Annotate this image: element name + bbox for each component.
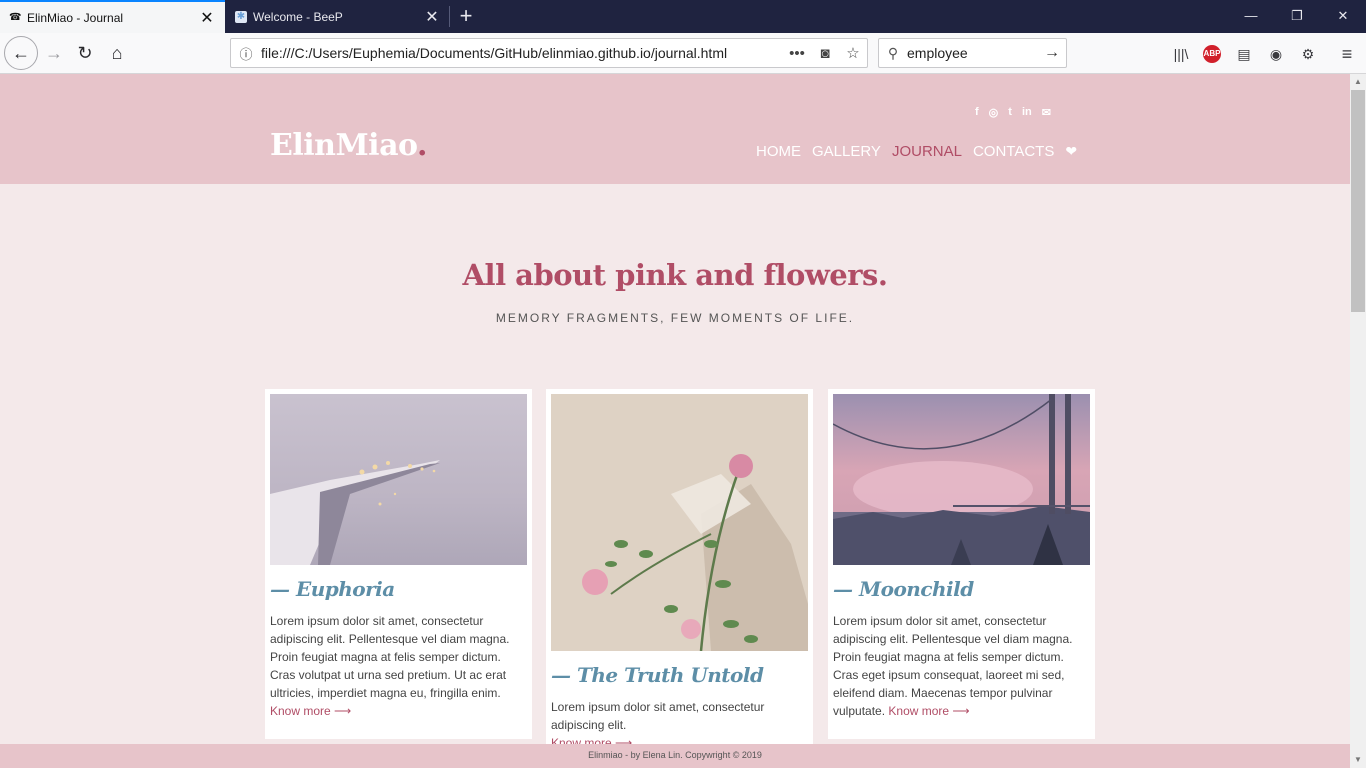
close-window-button[interactable]: ✕	[1320, 0, 1366, 33]
reader-sidebar-icon[interactable]: ▤	[1233, 43, 1255, 65]
nav-home[interactable]: HOME	[756, 143, 801, 160]
social-links: f ◎ t in ✉	[975, 106, 1051, 119]
search-input[interactable]: employee	[907, 45, 1038, 61]
nav-gallery[interactable]: GALLERY	[812, 143, 881, 160]
back-button[interactable]: ←	[4, 36, 38, 70]
site-header: ElinMiao. f ◎ t in ✉ HOME GALLERY JOURNA…	[0, 74, 1350, 184]
nav-journal[interactable]: JOURNAL	[892, 143, 962, 160]
scroll-up-icon[interactable]: ▲	[1350, 74, 1366, 90]
logo-text: ElinMiao	[270, 128, 418, 163]
nav-contacts[interactable]: CONTACTS	[973, 143, 1054, 160]
foggy-bridge-photo[interactable]	[270, 394, 527, 565]
tab-welcome-beep[interactable]: ✱ Welcome - BeeP ✕	[226, 0, 450, 33]
forward-button[interactable]: →	[39, 38, 69, 68]
account-icon[interactable]: ◉	[1265, 43, 1287, 65]
home-button[interactable]: ⌂	[102, 38, 132, 68]
navigation-toolbar: ← → ↻ ⌂ ⓘ file:///C:/Users/Euphemia/Docu…	[0, 33, 1366, 74]
rose-wall-photo[interactable]	[551, 394, 808, 651]
tab-divider	[449, 6, 450, 27]
search-bar[interactable]: ⚲ employee →	[878, 38, 1067, 68]
wechat-icon[interactable]: ✉	[1042, 106, 1051, 119]
tab-elinmiao-journal[interactable]: ☎ ElinMiao - Journal ✕	[0, 0, 225, 33]
bookmark-star-icon[interactable]: ☆	[839, 44, 867, 62]
menu-icon[interactable]: ≡	[1336, 43, 1358, 65]
card-text: Lorem ipsum dolor sit amet, consectetur …	[833, 612, 1090, 720]
journal-card-euphoria: — Euphoria Lorem ipsum dolor sit amet, c…	[265, 389, 532, 739]
card-text: Lorem ipsum dolor sit amet, consectetur …	[270, 612, 527, 720]
card-title[interactable]: — Moonchild	[833, 577, 1090, 601]
library-icon[interactable]: |||\	[1170, 43, 1192, 65]
logo-dot: .	[417, 128, 427, 163]
pocket-icon[interactable]: ◙	[811, 45, 839, 62]
tab-title: ElinMiao - Journal	[27, 10, 124, 25]
journal-card-moonchild: — Moonchild Lorem ipsum dolor sit amet, …	[828, 389, 1095, 739]
facebook-icon[interactable]: f	[975, 106, 979, 119]
site-logo[interactable]: ElinMiao.	[270, 128, 427, 163]
twitter-icon[interactable]: t	[1008, 106, 1012, 119]
page-footer: Elinmiao - by Elena Lin. Copywright © 20…	[0, 744, 1350, 768]
url-text[interactable]: file:///C:/Users/Euphemia/Documents/GitH…	[261, 45, 783, 61]
restore-button[interactable]: ❐	[1274, 0, 1320, 33]
card-title[interactable]: — The Truth Untold	[551, 663, 808, 687]
journal-card-the-truth-untold: — The Truth Untold Lorem ipsum dolor sit…	[546, 389, 813, 750]
card-excerpt: Lorem ipsum dolor sit amet, consectetur …	[270, 614, 510, 700]
page-favicon-icon: ✱	[235, 10, 247, 23]
reload-button[interactable]: ↻	[70, 38, 100, 68]
page-subtitle: MEMORY FRAGMENTS, FEW MOMENTS OF LIFE.	[495, 311, 855, 325]
close-tab-icon[interactable]: ✕	[197, 8, 217, 28]
heart-icon[interactable]: ❤	[1065, 143, 1077, 160]
know-more-link[interactable]: Know more ⟶	[888, 704, 969, 718]
page-actions-icon[interactable]: •••	[783, 45, 811, 62]
address-bar[interactable]: ⓘ file:///C:/Users/Euphemia/Documents/Gi…	[230, 38, 868, 68]
close-tab-icon[interactable]: ✕	[422, 7, 442, 27]
adblock-plus-icon[interactable]: ABP	[1203, 45, 1221, 63]
golden-gate-photo[interactable]	[833, 394, 1090, 565]
scroll-down-icon[interactable]: ▼	[1350, 752, 1366, 768]
card-excerpt: Lorem ipsum dolor sit amet, consectetur …	[833, 614, 1073, 718]
scrollbar-thumb[interactable]	[1351, 90, 1365, 312]
tab-title: Welcome - BeeP	[253, 9, 343, 24]
linkedin-icon[interactable]: in	[1022, 106, 1032, 119]
page-title: All about pink and flowers.	[462, 258, 888, 292]
know-more-link[interactable]: Know more ⟶	[270, 704, 351, 718]
search-icon: ⚲	[887, 44, 899, 61]
main-nav: HOME GALLERY JOURNAL CONTACTS ❤	[756, 143, 1077, 160]
page-favicon-icon: ☎	[9, 11, 22, 23]
search-go-icon[interactable]: →	[1038, 44, 1066, 62]
card-title[interactable]: — Euphoria	[270, 577, 527, 601]
new-tab-button[interactable]: +	[452, 0, 480, 33]
instagram-icon[interactable]: ◎	[989, 106, 999, 119]
extension-settings-icon[interactable]: ⚙	[1297, 43, 1319, 65]
site-info-icon[interactable]: ⓘ	[231, 44, 261, 63]
tab-strip: ☎ ElinMiao - Journal ✕ ✱ Welcome - BeeP …	[0, 0, 1366, 33]
card-excerpt: Lorem ipsum dolor sit amet, consectetur …	[551, 700, 765, 732]
minimize-button[interactable]: —	[1228, 0, 1274, 33]
